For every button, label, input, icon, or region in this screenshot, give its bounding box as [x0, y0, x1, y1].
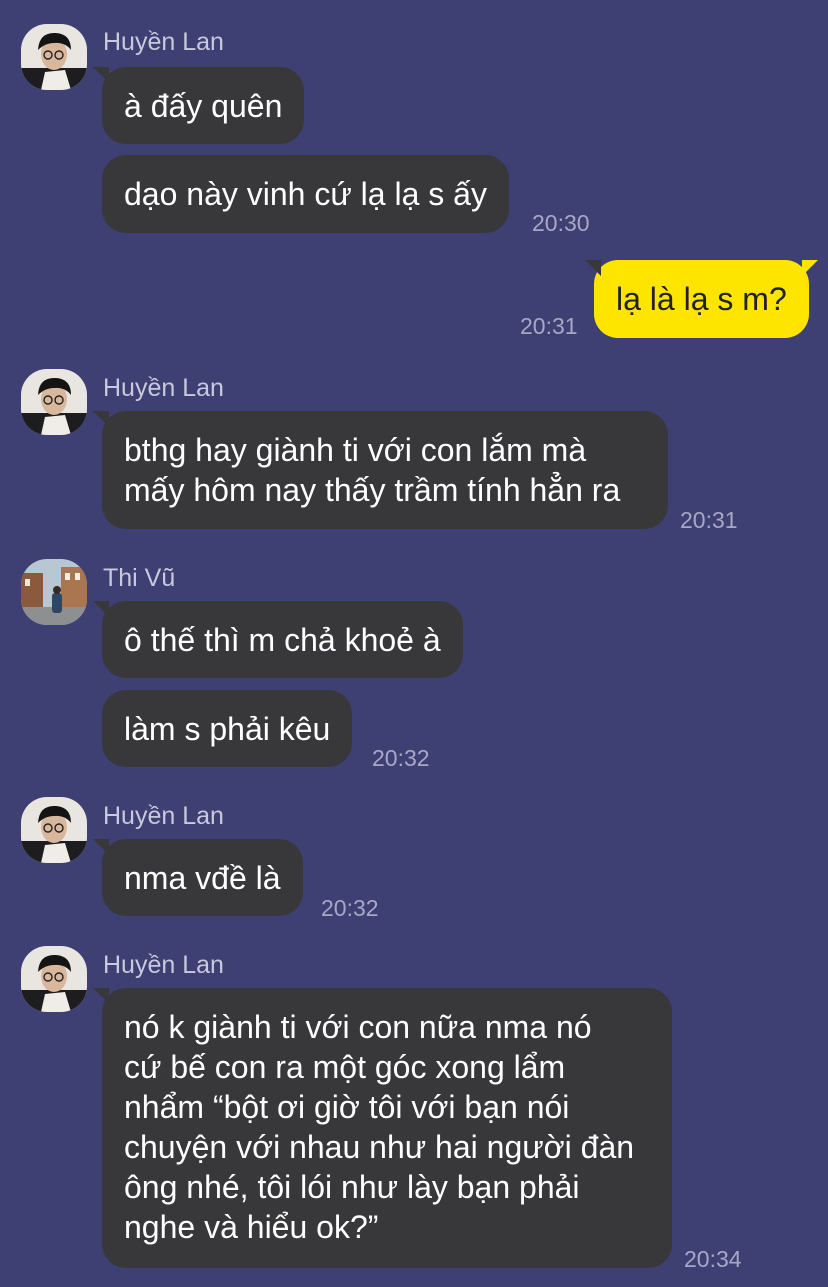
message-bubble[interactable]: nó k giành ti với con nữa nma nó cứ bế c…: [93, 988, 672, 1268]
message-bubble[interactable]: bthg hay giành ti với con lắm mà mấy hôm…: [93, 411, 668, 529]
message-bubble[interactable]: nma vđề là: [93, 839, 303, 916]
message-time: 20:34: [684, 1246, 742, 1272]
message-line: nghe và hiểu ok?”: [124, 1209, 379, 1245]
message-line: mấy hôm nay thấy trầm tính hẳn ra: [124, 472, 621, 508]
message-time: 20:31: [680, 507, 738, 533]
message-line: nó k giành ti với con nữa nma nó: [124, 1009, 592, 1045]
message-time: 20:31: [520, 313, 578, 339]
message-bubble[interactable]: à đấy quên: [92, 67, 305, 144]
street-photo-avatar-icon: [21, 559, 87, 625]
person-glasses-avatar-icon: [21, 369, 87, 435]
message-line: cứ bế con ra một góc xong lẩm: [124, 1049, 566, 1085]
message-bubble[interactable]: ô thế thì m chả khoẻ à: [93, 601, 463, 678]
message-time: 20:30: [532, 210, 590, 236]
sender-name: Huyền Lan: [103, 374, 224, 402]
person-glasses-avatar-icon: [21, 946, 87, 1012]
message-time: 20:32: [321, 895, 379, 921]
message-line: chuyện với nhau như hai người đàn: [124, 1129, 635, 1165]
person-glasses-avatar-icon: [21, 24, 87, 90]
sender-name: Huyền Lan: [103, 802, 224, 830]
message-time: 20:32: [372, 745, 430, 771]
message-line: ông nhé, tôi lói như lày bạn phải: [124, 1169, 580, 1205]
avatar[interactable]: [21, 24, 87, 90]
avatar[interactable]: [21, 369, 87, 435]
message-line: bthg hay giành ti với con lắm mà: [124, 432, 587, 468]
sender-name: Huyền Lan: [103, 951, 224, 979]
avatar[interactable]: [21, 946, 87, 1012]
message-bubble[interactable]: dạo này vinh cứ lạ lạ s ấy: [102, 155, 509, 233]
avatar[interactable]: [21, 797, 87, 863]
avatar[interactable]: [21, 559, 87, 625]
person-glasses-avatar-icon: [21, 797, 87, 863]
sender-name: Huyền Lan: [103, 28, 224, 56]
message-line: nhẩm “bột ơi giờ tôi với bạn nói: [124, 1089, 570, 1125]
message-bubble[interactable]: làm s phải kêu: [102, 690, 353, 767]
my-message-bubble[interactable]: lạ là lạ s m?: [585, 260, 818, 338]
sender-name: Thi Vũ: [103, 564, 176, 592]
